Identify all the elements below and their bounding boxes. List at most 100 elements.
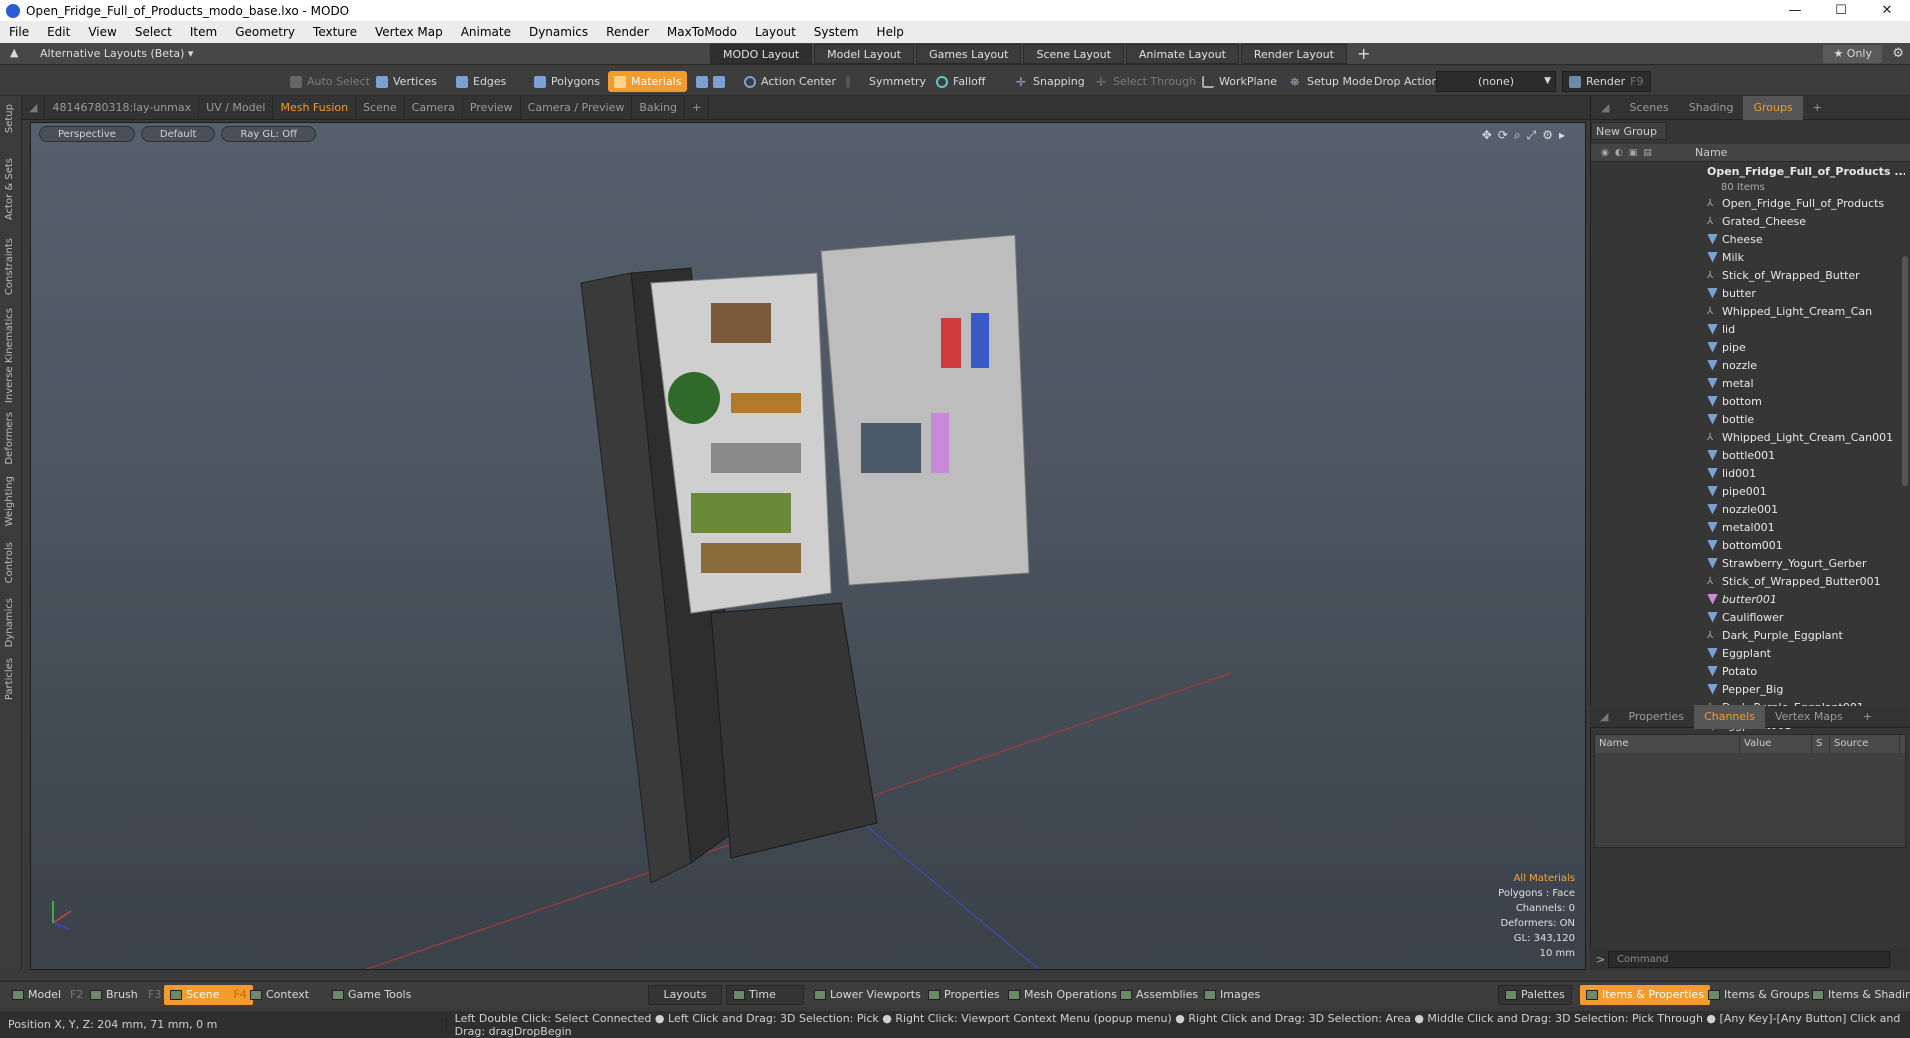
- tree-item-row[interactable]: ⅄ Stick_of_Wrapped_Butter001: [1591, 572, 1905, 590]
- side-tab-actor-sets[interactable]: Actor & Sets: [4, 158, 15, 220]
- close-button[interactable]: ✕: [1864, 0, 1910, 21]
- tree-item-row[interactable]: lid001: [1591, 464, 1905, 482]
- side-tab-constraints[interactable]: Constraints: [4, 238, 15, 295]
- side-tab-particles[interactable]: Particles: [4, 658, 15, 700]
- game-tools-button[interactable]: Game Tools: [326, 985, 417, 1005]
- tree-item-row[interactable]: Milk: [1591, 248, 1905, 266]
- tab-mesh-fusion[interactable]: Mesh Fusion: [273, 95, 357, 120]
- tree-item-row[interactable]: pipe: [1591, 338, 1905, 356]
- workplane-button[interactable]: WorkPlane: [1196, 71, 1283, 92]
- layout-expand-icon[interactable]: ▲: [10, 46, 18, 59]
- tree-item-row[interactable]: nozzle001: [1591, 500, 1905, 518]
- symmetry-button[interactable]: Symmetry: [840, 71, 932, 92]
- tree-item-row[interactable]: butter: [1591, 284, 1905, 302]
- select-through-button[interactable]: ✛ Select Through: [1090, 71, 1202, 92]
- tree-item-row[interactable]: ⅄ Grated_Cheese: [1591, 212, 1905, 230]
- side-tab-weighting[interactable]: Weighting: [4, 476, 15, 526]
- tab-games-layout[interactable]: Games Layout: [916, 43, 1022, 64]
- tab-modo-layout[interactable]: MODO Layout: [710, 43, 813, 64]
- context-button[interactable]: Context: [244, 985, 315, 1005]
- tab-vertex-maps[interactable]: Vertex Maps: [1765, 705, 1853, 729]
- materials-button[interactable]: Materials: [608, 71, 688, 92]
- model-button[interactable]: Model: [6, 985, 67, 1005]
- setup-mode-button[interactable]: ⛯ Setup Mode: [1284, 71, 1378, 92]
- render-button[interactable]: Render F9: [1562, 71, 1651, 92]
- menu-view[interactable]: View: [79, 25, 125, 39]
- menu-render[interactable]: Render: [597, 25, 658, 39]
- panel-pin-icon[interactable]: ◢: [1591, 96, 1619, 120]
- channels-pin-icon[interactable]: ◢: [1590, 705, 1618, 729]
- menu-animate[interactable]: Animate: [452, 25, 520, 39]
- side-tab-setup[interactable]: Setup: [4, 104, 15, 133]
- tab-model-layout[interactable]: Model Layout: [814, 43, 915, 64]
- group-root-row[interactable]: Open_Fridge_Full_of_Products ...: [1591, 162, 1905, 180]
- side-tab-dynamics[interactable]: Dynamics: [4, 598, 15, 647]
- tree-item-row[interactable]: Potato: [1591, 662, 1905, 680]
- lock-column-icon[interactable]: ▣: [1629, 148, 1638, 158]
- tree-item-row[interactable]: ⅄ Dark_Purple_Eggplant: [1591, 626, 1905, 644]
- render-column-icon[interactable]: ◐: [1615, 148, 1623, 158]
- select-mode-icons[interactable]: [690, 71, 731, 92]
- side-tab-inverse-kinematics[interactable]: Inverse Kinematics: [4, 308, 15, 403]
- snapping-button[interactable]: ✛ Snapping: [1010, 71, 1091, 92]
- tree-item-row[interactable]: bottom001: [1591, 536, 1905, 554]
- tree-scrollbar[interactable]: [1902, 256, 1908, 486]
- falloff-button[interactable]: Falloff: [930, 71, 991, 92]
- edges-button[interactable]: Edges: [450, 71, 512, 92]
- tab-properties[interactable]: Properties: [1618, 705, 1694, 729]
- layouts-button[interactable]: Layouts: [648, 985, 722, 1005]
- brush-button[interactable]: Brush: [84, 985, 144, 1005]
- add-layout-icon[interactable]: +: [1357, 44, 1370, 63]
- action-center-button[interactable]: Action Center: [738, 71, 842, 92]
- tree-item-row[interactable]: metal001: [1591, 518, 1905, 536]
- menu-item[interactable]: Item: [181, 25, 226, 39]
- vertices-button[interactable]: Vertices: [370, 71, 443, 92]
- drop-action-select[interactable]: (none) ▼: [1436, 71, 1556, 92]
- minimize-button[interactable]: —: [1772, 0, 1818, 21]
- 3d-viewport[interactable]: Perspective Default Ray GL: Off ✥⟳⌕⤢⚙▸ A…: [30, 122, 1586, 970]
- add-panel-tab-icon[interactable]: +: [1803, 96, 1832, 120]
- properties-button[interactable]: Properties: [922, 985, 1006, 1005]
- tab-scenes[interactable]: Scenes: [1619, 96, 1678, 120]
- tree-item-row[interactable]: Pepper_Big: [1591, 680, 1905, 698]
- tree-item-row[interactable]: lid: [1591, 320, 1905, 338]
- auto-select-button[interactable]: Auto Select: [284, 71, 376, 92]
- tree-item-row[interactable]: ⅄ Stick_of_Wrapped_Butter: [1591, 266, 1905, 284]
- images-button[interactable]: Images: [1198, 985, 1266, 1005]
- tab-shading[interactable]: Shading: [1679, 96, 1744, 120]
- tree-item-row[interactable]: Cauliflower: [1591, 608, 1905, 626]
- menu-edit[interactable]: Edit: [38, 25, 79, 39]
- items-groups-button[interactable]: Items & Groups: [1702, 985, 1816, 1005]
- tree-item-row[interactable]: nozzle: [1591, 356, 1905, 374]
- menu-maxtomodo[interactable]: MaxToModo: [658, 25, 746, 39]
- tree-item-row[interactable]: metal: [1591, 374, 1905, 392]
- tree-item-row[interactable]: Eggplant: [1591, 644, 1905, 662]
- tab-camera-preview[interactable]: Camera / Preview: [521, 95, 633, 120]
- tab-uv-model[interactable]: UV / Model: [199, 95, 274, 120]
- tab-groups[interactable]: Groups: [1743, 95, 1803, 120]
- alternative-layouts-dropdown[interactable]: Alternative Layouts (Beta) ▾: [0, 47, 710, 60]
- tab-channels[interactable]: Channels: [1694, 704, 1765, 729]
- tab-camera[interactable]: Camera: [405, 95, 463, 120]
- tree-item-row[interactable]: butter001: [1591, 590, 1905, 608]
- maximize-button[interactable]: ☐: [1818, 0, 1864, 21]
- items-properties-button[interactable]: Items & Properties: [1580, 985, 1710, 1005]
- side-tab-deformers[interactable]: Deformers: [4, 412, 15, 465]
- gear-icon[interactable]: ⚙: [1892, 46, 1904, 61]
- menu-geometry[interactable]: Geometry: [226, 25, 304, 39]
- viewport-pin-icon[interactable]: ◢: [22, 95, 46, 120]
- time-button[interactable]: Time: [726, 985, 804, 1005]
- tab-lay-unmax[interactable]: 48146780318:lay-unmax: [45, 95, 200, 120]
- tree-item-row[interactable]: ⅄ Whipped_Light_Cream_Can001: [1591, 428, 1905, 446]
- tree-item-row[interactable]: pipe001: [1591, 482, 1905, 500]
- lower-viewports-button[interactable]: Lower Viewports: [808, 985, 927, 1005]
- command-input[interactable]: Command: [1608, 950, 1890, 968]
- tree-item-row[interactable]: bottle001: [1591, 446, 1905, 464]
- menu-texture[interactable]: Texture: [304, 25, 366, 39]
- tab-baking[interactable]: Baking: [632, 95, 686, 120]
- menu-dynamics[interactable]: Dynamics: [520, 25, 597, 39]
- tree-item-row[interactable]: bottom: [1591, 392, 1905, 410]
- new-group-button[interactable]: New Group: [1591, 122, 1667, 140]
- tree-item-row[interactable]: bottle: [1591, 410, 1905, 428]
- tab-animate-layout[interactable]: Animate Layout: [1125, 43, 1239, 64]
